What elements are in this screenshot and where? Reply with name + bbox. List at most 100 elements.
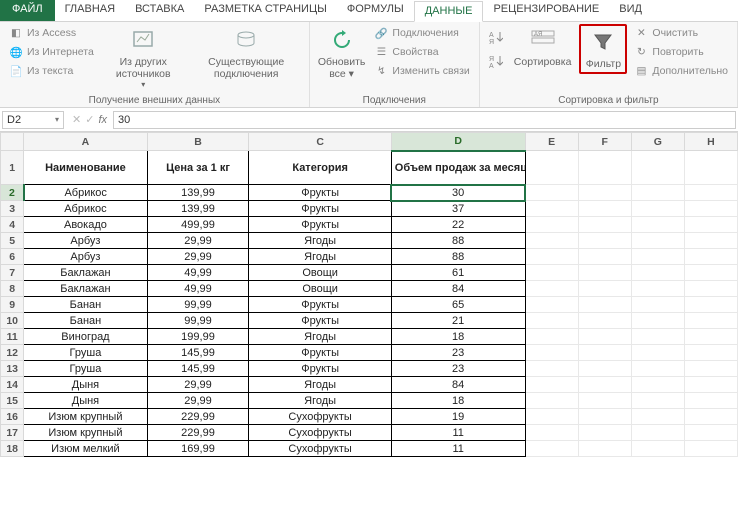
cell-C4[interactable]: Фрукты xyxy=(249,217,391,233)
cell-D6[interactable]: 88 xyxy=(391,249,525,265)
row-header-5[interactable]: 5 xyxy=(1,233,24,249)
cell-D2[interactable]: 30 xyxy=(391,185,525,201)
row-header-10[interactable]: 10 xyxy=(1,313,24,329)
cell-E17[interactable] xyxy=(525,425,578,441)
cell-G8[interactable] xyxy=(631,281,684,297)
cell-C18[interactable]: Сухофрукты xyxy=(249,441,391,457)
cell-F17[interactable] xyxy=(578,425,631,441)
from-other-sources-button[interactable]: Из других источников ▾ xyxy=(101,24,186,91)
properties-button[interactable]: ☰Свойства xyxy=(371,43,472,61)
cell-F8[interactable] xyxy=(578,281,631,297)
row-header-15[interactable]: 15 xyxy=(1,393,24,409)
cell-H1[interactable] xyxy=(684,151,737,185)
cell-A17[interactable]: Изюм крупный xyxy=(24,425,147,441)
cell-G12[interactable] xyxy=(631,345,684,361)
row-header-17[interactable]: 17 xyxy=(1,425,24,441)
cell-B15[interactable]: 29,99 xyxy=(147,393,249,409)
cell-G1[interactable] xyxy=(631,151,684,185)
cell-G16[interactable] xyxy=(631,409,684,425)
cell-D17[interactable]: 11 xyxy=(391,425,525,441)
cell-D5[interactable]: 88 xyxy=(391,233,525,249)
cell-B6[interactable]: 29,99 xyxy=(147,249,249,265)
cell-A10[interactable]: Банан xyxy=(24,313,147,329)
cell-A12[interactable]: Груша xyxy=(24,345,147,361)
cell-E7[interactable] xyxy=(525,265,578,281)
select-all-corner[interactable] xyxy=(1,133,24,151)
tab-file[interactable]: ФАЙЛ xyxy=(0,0,55,21)
edit-links-button[interactable]: ↯Изменить связи xyxy=(371,62,472,80)
cell-B11[interactable]: 199,99 xyxy=(147,329,249,345)
cell-A7[interactable]: Баклажан xyxy=(24,265,147,281)
cell-H16[interactable] xyxy=(684,409,737,425)
cell-F18[interactable] xyxy=(578,441,631,457)
cell-A13[interactable]: Груша xyxy=(24,361,147,377)
cell-A18[interactable]: Изюм мелкий xyxy=(24,441,147,457)
cell-B9[interactable]: 99,99 xyxy=(147,297,249,313)
cell-H4[interactable] xyxy=(684,217,737,233)
cell-E1[interactable] xyxy=(525,151,578,185)
filter-button[interactable]: Фильтр xyxy=(581,26,625,72)
cell-G6[interactable] xyxy=(631,249,684,265)
cell-A15[interactable]: Дыня xyxy=(24,393,147,409)
cell-D12[interactable]: 23 xyxy=(391,345,525,361)
cell-H5[interactable] xyxy=(684,233,737,249)
cell-C2[interactable]: Фрукты xyxy=(249,185,391,201)
cell-C13[interactable]: Фрукты xyxy=(249,361,391,377)
cell-B16[interactable]: 229,99 xyxy=(147,409,249,425)
cell-G4[interactable] xyxy=(631,217,684,233)
cell-H12[interactable] xyxy=(684,345,737,361)
cell-G18[interactable] xyxy=(631,441,684,457)
cell-G14[interactable] xyxy=(631,377,684,393)
row-header-12[interactable]: 12 xyxy=(1,345,24,361)
cell-H18[interactable] xyxy=(684,441,737,457)
col-header-H[interactable]: H xyxy=(684,133,737,151)
cell-A9[interactable]: Банан xyxy=(24,297,147,313)
row-header-9[interactable]: 9 xyxy=(1,297,24,313)
cell-B7[interactable]: 49,99 xyxy=(147,265,249,281)
existing-connections-button[interactable]: Существующие подключения xyxy=(190,24,303,82)
cell-G5[interactable] xyxy=(631,233,684,249)
cell-E2[interactable] xyxy=(525,185,578,201)
cell-H14[interactable] xyxy=(684,377,737,393)
tab-review[interactable]: РЕЦЕНЗИРОВАНИЕ xyxy=(483,0,609,21)
cell-B10[interactable]: 99,99 xyxy=(147,313,249,329)
cell-E6[interactable] xyxy=(525,249,578,265)
cell-H2[interactable] xyxy=(684,185,737,201)
cell-D8[interactable]: 84 xyxy=(391,281,525,297)
tab-home[interactable]: ГЛАВНАЯ xyxy=(55,0,125,21)
cell-C8[interactable]: Овощи xyxy=(249,281,391,297)
cell-D14[interactable]: 84 xyxy=(391,377,525,393)
row-header-2[interactable]: 2 xyxy=(1,185,24,201)
cell-C5[interactable]: Ягоды xyxy=(249,233,391,249)
cell-E5[interactable] xyxy=(525,233,578,249)
cell-D9[interactable]: 65 xyxy=(391,297,525,313)
cell-B5[interactable]: 29,99 xyxy=(147,233,249,249)
cell-H3[interactable] xyxy=(684,201,737,217)
cell-D10[interactable]: 21 xyxy=(391,313,525,329)
cell-C15[interactable]: Ягоды xyxy=(249,393,391,409)
cell-F7[interactable] xyxy=(578,265,631,281)
cell-E14[interactable] xyxy=(525,377,578,393)
cell-H7[interactable] xyxy=(684,265,737,281)
cell-A8[interactable]: Баклажан xyxy=(24,281,147,297)
cancel-button[interactable]: ✕ xyxy=(72,113,81,126)
cell-E9[interactable] xyxy=(525,297,578,313)
cell-F1[interactable] xyxy=(578,151,631,185)
cell-C17[interactable]: Сухофрукты xyxy=(249,425,391,441)
cell-F14[interactable] xyxy=(578,377,631,393)
col-header-C[interactable]: C xyxy=(249,133,391,151)
cell-G2[interactable] xyxy=(631,185,684,201)
cell-C6[interactable]: Ягоды xyxy=(249,249,391,265)
from-access-button[interactable]: ◧Из Access xyxy=(6,24,97,42)
cell-G10[interactable] xyxy=(631,313,684,329)
cell-C7[interactable]: Овощи xyxy=(249,265,391,281)
cell-B17[interactable]: 229,99 xyxy=(147,425,249,441)
cell-D15[interactable]: 18 xyxy=(391,393,525,409)
cell-G11[interactable] xyxy=(631,329,684,345)
cell-A14[interactable]: Дыня xyxy=(24,377,147,393)
cell-C12[interactable]: Фрукты xyxy=(249,345,391,361)
refresh-all-button[interactable]: Обновить все ▾ xyxy=(316,24,368,82)
cell-F11[interactable] xyxy=(578,329,631,345)
col-header-A[interactable]: A xyxy=(24,133,147,151)
cell-D16[interactable]: 19 xyxy=(391,409,525,425)
